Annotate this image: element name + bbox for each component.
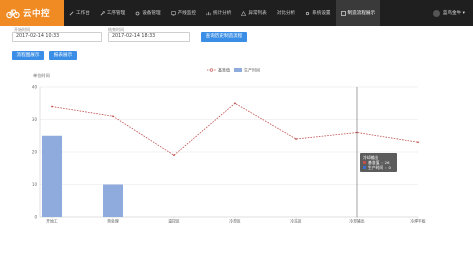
nav-item-process[interactable]: 工序管理 (95, 0, 130, 26)
line-series[interactable] (51, 102, 419, 157)
nav-item-exceptions[interactable]: 异常列表 (236, 0, 271, 26)
y-tick-label: 10 (32, 182, 38, 187)
nav-label: 制造流程展示 (347, 11, 376, 16)
nav-label: 产线监控 (177, 11, 196, 16)
bar (42, 135, 62, 217)
nav-label: 设备管理 (142, 11, 161, 16)
nav-item-flow-display[interactable]: 制造流程展示 (335, 0, 381, 26)
user-menu[interactable]: 蓝鸟金牛 ▾ (432, 0, 473, 26)
y-axis-label: 单位时间 (33, 72, 50, 79)
nav-label: 统计分析 (212, 11, 232, 16)
pencil-icon (69, 11, 74, 15)
report-button[interactable]: 报表展示 (49, 51, 77, 60)
nav-item-settings[interactable]: 系统设置 (300, 0, 335, 26)
logo[interactable]: 云中控 (0, 0, 64, 26)
chart-tooltip: 冷却输出 基准值: 26 生产时间: 0 (360, 153, 397, 172)
bar-series[interactable] (42, 135, 123, 217)
nav-label: 工序管理 (106, 11, 126, 16)
nav-item-workbench[interactable]: 工作台 (64, 0, 95, 26)
flow-icon (340, 10, 346, 16)
warning-icon (241, 10, 247, 16)
tooltip-row-value: 0 (388, 165, 391, 170)
end-time-input[interactable]: 2017-02-14 18:33 (108, 32, 190, 42)
tooltip-row-name: 生产时间 (368, 165, 384, 170)
x-tick-label: 冷却区 (229, 219, 241, 224)
monitor-icon (170, 10, 176, 16)
legend-label: 生产时间 (244, 66, 260, 72)
nav-label: 工作台 (76, 11, 90, 16)
line-point (234, 102, 236, 105)
nav-item-statistics[interactable]: 统计分析 (201, 0, 236, 26)
nav-label: 对比分析 (276, 11, 296, 16)
cloud-bike-icon (6, 9, 20, 19)
nav-item-monitor[interactable]: 产线监控 (166, 0, 201, 26)
line-point (417, 141, 419, 144)
y-tick-label: 20 (32, 149, 38, 154)
avatar (432, 9, 440, 17)
query-history-button[interactable]: 查询历史制造流程 (201, 32, 247, 42)
line-point (295, 138, 297, 140)
line-point (173, 154, 175, 157)
nav-label: 系统设置 (312, 11, 331, 16)
start-time-input[interactable]: 2017-02-14 10:33 (12, 32, 102, 42)
chart-legend[interactable]: 基准值 生产时间 (207, 66, 260, 72)
legend-bar-swatch (234, 68, 242, 72)
tooltip-row: 生产时间: 0 (363, 165, 394, 170)
settings-icon (306, 11, 310, 15)
x-axis-ticks: 开始工 热处理 温控区 冷却区 冷冻区 冷却输出 冷焊平板 (46, 217, 426, 224)
bar-chart-icon (206, 11, 211, 15)
nav-item-compare[interactable]: 对比分析 (272, 0, 300, 26)
top-navbar: 云中控 工作台 工序管理 设备管理 产线监控 统计分析 异常列表 对比分析 系统… (0, 0, 473, 26)
line-point (112, 115, 114, 118)
tooltip-swatch (363, 166, 366, 169)
y-tick-label: 30 (32, 117, 38, 122)
line-point (51, 105, 53, 108)
x-tick-label: 温控区 (168, 219, 180, 224)
flow-chart: 单位时间 基准值 生产时间 010203040 开始工 热处理 温控区 冷却区 冷冻区 冷却… (32, 66, 426, 224)
main-nav: 工作台 工序管理 设备管理 产线监控 统计分析 异常列表 对比分析 系统设置 制… (64, 0, 381, 26)
series-line (51, 102, 419, 156)
gear-icon (135, 11, 140, 15)
grid (39, 86, 418, 218)
bar (103, 184, 123, 217)
tooltip-swatch (363, 161, 366, 164)
x-tick-label: 冷冻区 (290, 219, 302, 224)
flow-chart-button[interactable]: 流程图展示 (12, 51, 44, 60)
nav-label: 异常列表 (248, 11, 267, 16)
legend-label: 基准值 (218, 66, 230, 72)
x-tick-label: 热处理 (107, 219, 119, 224)
wrench-icon (100, 10, 105, 15)
logo-text: 云中控 (23, 9, 51, 19)
x-tick-label: 开始工 (46, 219, 58, 224)
x-tick-label: 冷却输出 (349, 219, 364, 224)
user-name: 蓝鸟金牛 ▾ (442, 11, 465, 16)
y-tick-label: 0 (34, 214, 37, 219)
y-axis-ticks: 0 10 20 30 40 (32, 84, 38, 219)
y-tick-label: 40 (32, 84, 38, 89)
x-tick-label: 冷焊平板 (410, 219, 425, 224)
legend-line-marker (209, 68, 214, 72)
nav-item-equipment[interactable]: 设备管理 (130, 0, 165, 26)
